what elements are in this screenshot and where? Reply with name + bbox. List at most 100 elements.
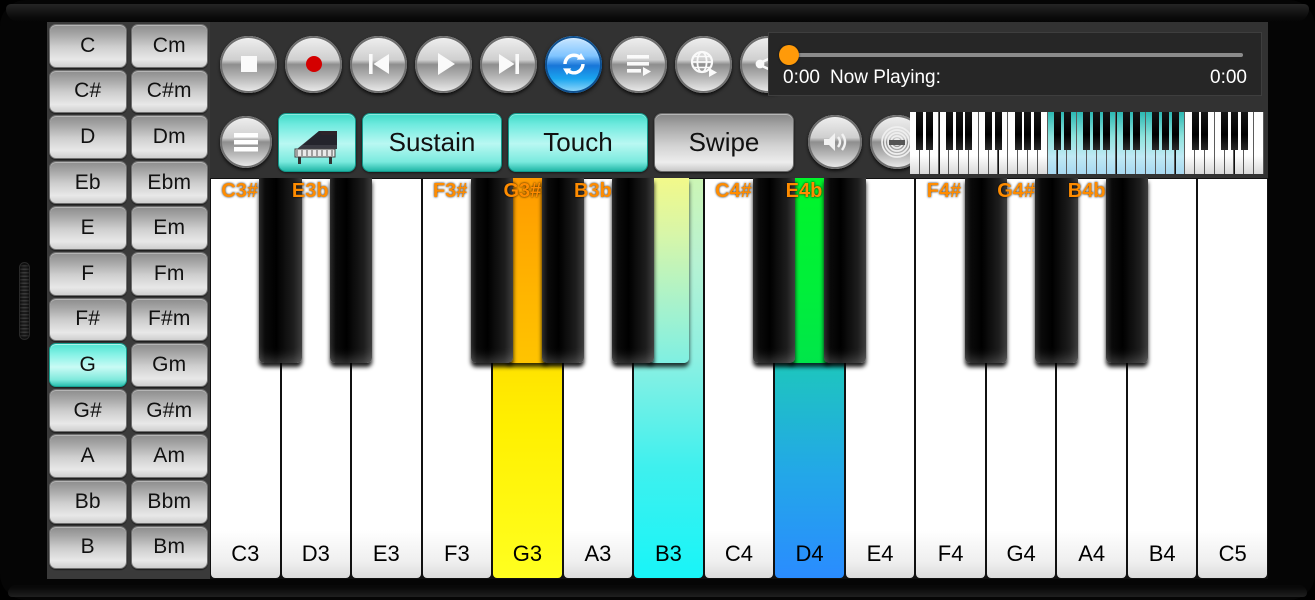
mini-black-key[interactable] <box>1103 112 1110 151</box>
black-key-B4b[interactable] <box>1105 178 1149 363</box>
black-key-C3#[interactable] <box>259 178 302 363</box>
mini-black-key[interactable] <box>1053 112 1061 151</box>
mini-black-key[interactable] <box>1221 112 1228 151</box>
mini-white-key[interactable] <box>1254 112 1264 174</box>
seek-slider-track[interactable] <box>787 53 1243 57</box>
chord-button-Cm[interactable]: Cm <box>130 24 208 68</box>
black-key-label: F3# <box>432 180 468 202</box>
loop-button[interactable] <box>545 35 602 93</box>
stop-icon <box>232 47 266 81</box>
white-key-label: F4 <box>937 541 964 566</box>
chord-button-Gm[interactable]: Gm <box>130 343 208 387</box>
next-button[interactable] <box>480 35 537 93</box>
speaker-icon[interactable] <box>808 115 862 169</box>
chord-row: A Am <box>47 433 210 479</box>
mini-black-key[interactable] <box>985 112 992 151</box>
black-key-G3#[interactable] <box>541 178 584 363</box>
chord-button-Csharpm[interactable]: C#m <box>130 69 208 114</box>
black-key-E4b[interactable] <box>823 178 866 363</box>
chord-button-Bbm[interactable]: Bbm <box>130 479 208 524</box>
hamburger-menu-icon[interactable] <box>220 116 272 168</box>
previous-icon <box>362 47 396 81</box>
playback-time-row: 0:00 Now Playing: 0:00 <box>783 67 1247 89</box>
chord-button-G[interactable]: G <box>49 343 127 387</box>
white-key-label: D4 <box>795 541 824 566</box>
mini-black-key[interactable] <box>1152 112 1160 151</box>
chord-row: B Bm <box>47 525 210 571</box>
next-icon <box>492 47 526 81</box>
white-key-label: A3 <box>584 541 612 566</box>
chord-button-Bb[interactable]: Bb <box>49 479 127 524</box>
chord-button-E[interactable]: E <box>49 206 127 250</box>
piano-keyboard: C3 D3 E3 F3 G3 A3 B3 C4 D4 E4 F4 G4 A4 B4 C5 C3# E3b F3# G… <box>210 178 1268 579</box>
chord-button-Am[interactable]: Am <box>130 434 208 478</box>
white-key-C5[interactable]: C5 <box>1197 178 1268 579</box>
seek-slider-thumb[interactable] <box>779 45 799 65</box>
mini-black-key[interactable] <box>1014 112 1022 151</box>
mini-black-key[interactable] <box>1034 112 1042 151</box>
black-key-label: B3b <box>574 180 612 202</box>
white-key-label: G3 <box>512 541 543 566</box>
chord-button-Fsharp[interactable]: F# <box>49 297 127 342</box>
chord-button-Fsharpm[interactable]: F#m <box>130 297 208 342</box>
chord-button-Bm[interactable]: Bm <box>130 525 208 570</box>
mini-black-key[interactable] <box>916 112 924 151</box>
playlist-button[interactable] <box>610 35 667 93</box>
mini-keyboard-overview[interactable] <box>910 112 1264 174</box>
mini-black-key[interactable] <box>965 112 973 151</box>
chord-button-Gsharpm[interactable]: G#m <box>130 388 208 433</box>
mini-black-key[interactable] <box>1201 112 1209 151</box>
chord-button-C[interactable]: C <box>49 24 127 68</box>
chord-button-D[interactable]: D <box>49 115 127 159</box>
mini-black-key[interactable] <box>994 112 1002 151</box>
black-key-label: C4# <box>715 180 752 202</box>
chord-button-Csharp[interactable]: C# <box>49 69 127 114</box>
mini-black-key[interactable] <box>1093 112 1101 151</box>
record-button[interactable] <box>285 35 342 93</box>
black-key-E3b[interactable] <box>329 178 373 363</box>
white-key-label: D3 <box>301 541 330 566</box>
mini-black-key[interactable] <box>1122 112 1130 151</box>
white-key-label: G4 <box>1006 541 1036 566</box>
black-key-G4#[interactable] <box>1035 178 1078 363</box>
mini-black-key[interactable] <box>1230 112 1238 151</box>
chord-button-Fm[interactable]: Fm <box>130 251 208 296</box>
chord-button-Ebm[interactable]: Ebm <box>130 160 208 205</box>
mini-black-key[interactable] <box>1083 112 1091 151</box>
grand-piano-icon[interactable] <box>278 112 356 172</box>
record-icon <box>297 47 331 81</box>
stop-button[interactable] <box>220 35 277 93</box>
chord-button-A[interactable]: A <box>49 434 127 478</box>
black-key-C4#[interactable] <box>753 178 796 363</box>
touch-button[interactable]: Touch <box>508 112 648 172</box>
swipe-button[interactable]: Swipe <box>654 112 794 172</box>
black-key-B3b[interactable] <box>612 178 655 363</box>
mini-black-key[interactable] <box>1171 112 1179 151</box>
previous-button[interactable] <box>350 35 407 93</box>
white-key-stem-B3[interactable] <box>648 178 689 363</box>
chord-button-F[interactable]: F <box>49 251 127 296</box>
chord-button-Em[interactable]: Em <box>130 206 208 250</box>
mini-black-key[interactable] <box>1132 112 1140 151</box>
play-button[interactable] <box>415 35 472 93</box>
mini-black-key[interactable] <box>1191 112 1199 151</box>
mini-black-key[interactable] <box>1240 112 1248 151</box>
app-screen: C Cm C# C#m D Dm Eb Ebm E Em F Fm F# F#m G Gm G# G#m A Am Bb… <box>47 22 1268 579</box>
black-key-F3#[interactable] <box>470 178 514 363</box>
mini-black-key[interactable] <box>926 112 933 151</box>
chord-button-Eb[interactable]: Eb <box>49 160 127 205</box>
chord-button-Dm[interactable]: Dm <box>130 115 208 159</box>
mini-black-key[interactable] <box>1024 112 1032 151</box>
mini-black-key[interactable] <box>1063 112 1071 151</box>
mini-black-key[interactable] <box>1162 112 1169 151</box>
chord-button-Gsharp[interactable]: G# <box>49 388 127 433</box>
white-key-label: B3 <box>654 541 682 566</box>
black-key-label: G3# <box>503 180 542 202</box>
chord-button-B[interactable]: B <box>49 525 127 570</box>
mini-black-key[interactable] <box>945 112 953 151</box>
sustain-button[interactable]: Sustain <box>362 112 502 172</box>
globe-button[interactable] <box>675 35 732 93</box>
black-key-F4#[interactable] <box>964 178 1008 363</box>
mini-black-key[interactable] <box>955 112 963 151</box>
white-key-label: E3 <box>372 541 400 566</box>
